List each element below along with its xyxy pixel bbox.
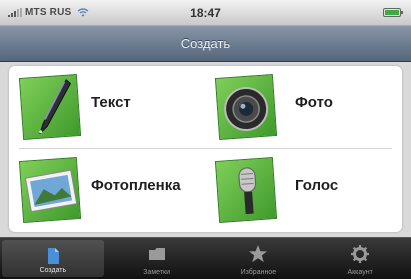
gear-icon (351, 245, 370, 263)
camera-icon (214, 74, 278, 140)
tab-notes-label: Заметки (143, 269, 171, 276)
status-bar: MTS RUS 18:47 (0, 0, 411, 26)
star-icon (249, 245, 268, 262)
create-text-button[interactable]: Текст (9, 66, 205, 148)
create-options-panel: Текст Фото Фотопленка Голос (9, 66, 402, 232)
battery-icon (383, 8, 403, 17)
create-voice-label: Голос (295, 177, 339, 194)
tab-account[interactable]: Аккаунт (309, 238, 411, 279)
create-text-label: Текст (91, 94, 131, 111)
create-photo-button[interactable]: Фото (205, 66, 401, 148)
tab-notes[interactable]: Заметки (106, 238, 208, 279)
document-icon (47, 248, 59, 264)
tab-favorites[interactable]: Избранное (208, 238, 310, 279)
page-title: Создать (180, 36, 231, 51)
pen-icon (18, 74, 82, 140)
create-photo-roll-button[interactable]: Фотопленка (9, 149, 205, 231)
create-voice-button[interactable]: Голос (205, 149, 401, 231)
navigation-bar: Создать (0, 26, 411, 62)
folder-icon (148, 248, 165, 260)
create-photo-roll-label: Фотопленка (91, 177, 181, 194)
photo-roll-icon (18, 157, 82, 223)
battery-fill (385, 10, 399, 15)
status-time: 18:47 (190, 6, 221, 20)
tab-create[interactable]: Создать (2, 240, 104, 277)
tab-account-label: Аккаунт (347, 269, 373, 276)
microphone-icon (214, 157, 278, 223)
tab-bar: Создать Заметки Избранное Аккаунт (0, 237, 411, 279)
create-photo-label: Фото (295, 94, 333, 111)
tab-create-label: Создать (39, 267, 67, 274)
tab-favorites-label: Избранное (240, 269, 277, 276)
